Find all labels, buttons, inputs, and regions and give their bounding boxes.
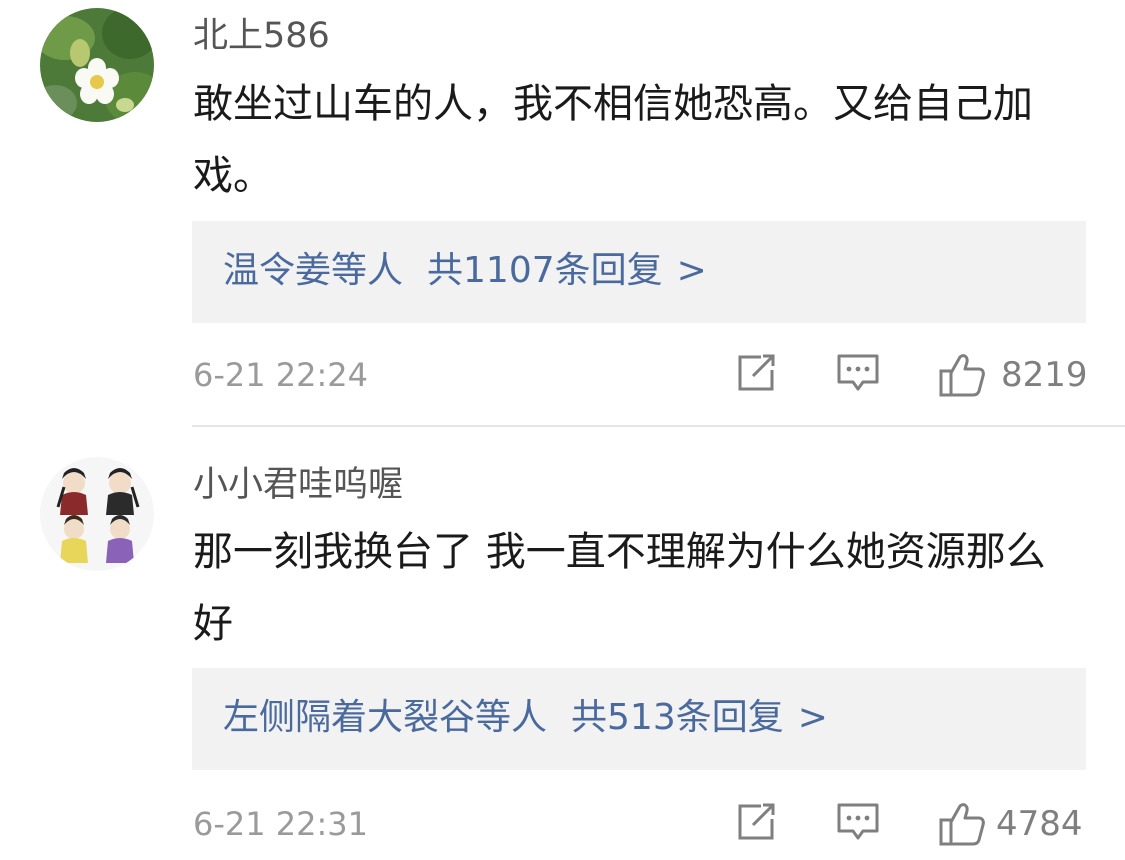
comment-button[interactable]: [836, 801, 880, 843]
replies-link[interactable]: 左侧隔着大裂谷等人 共513条回复 >: [223, 695, 828, 741]
replies-link[interactable]: 温令姜等人 共1107条回复 >: [223, 248, 707, 294]
comment-item: 小小君哇呜喔 那一刻我换台了 我一直不理解为什么她资源那么好 左侧隔着大裂谷等人…: [0, 427, 1125, 860]
repost-button[interactable]: [735, 352, 777, 394]
comment-icon: [837, 354, 879, 391]
repost-button[interactable]: [735, 801, 777, 843]
username[interactable]: 小小君哇呜喔: [193, 465, 403, 505]
username[interactable]: 北上586: [193, 16, 330, 56]
like-count: 8219: [1001, 355, 1088, 395]
chevron-right-icon: >: [797, 697, 828, 738]
comment-text: 敢坐过山车的人，我不相信她恐高。又给自己加戏。: [193, 81, 1033, 199]
timestamp: 6-21 22:31: [193, 805, 369, 843]
like-button[interactable]: [938, 352, 986, 398]
avatar[interactable]: [40, 457, 154, 571]
avatar[interactable]: [40, 8, 154, 122]
comment-icon: [837, 803, 879, 840]
replies-summary[interactable]: 温令姜等人 共1107条回复 >: [192, 221, 1086, 323]
timestamp: 6-21 22:24: [193, 356, 369, 394]
repost-icon: [738, 803, 775, 840]
reply-count: 共513条回复: [571, 697, 784, 738]
thumbs-up-icon: [939, 803, 985, 846]
like-button[interactable]: [938, 801, 986, 847]
repost-icon: [738, 354, 775, 391]
thumbs-up-icon: [939, 354, 985, 397]
comment-item: 北上586 敢坐过山车的人，我不相信她恐高。又给自己加戏。 温令姜等人 共1107…: [0, 0, 1125, 425]
cartoon-characters-avatar-icon: [40, 457, 154, 571]
comment-text: 那一刻我换台了 我一直不理解为什么她资源那么好: [193, 529, 1046, 647]
comment-button[interactable]: [836, 352, 880, 394]
reply-names: 左侧隔着大裂谷等人: [223, 697, 548, 738]
like-count: 4784: [996, 804, 1083, 844]
reply-count: 共1107条回复: [427, 250, 663, 291]
chevron-right-icon: >: [676, 250, 707, 291]
strawberry-flower-avatar-icon: [40, 8, 154, 122]
reply-names: 温令姜等人: [223, 250, 404, 291]
replies-summary[interactable]: 左侧隔着大裂谷等人 共513条回复 >: [192, 668, 1086, 770]
